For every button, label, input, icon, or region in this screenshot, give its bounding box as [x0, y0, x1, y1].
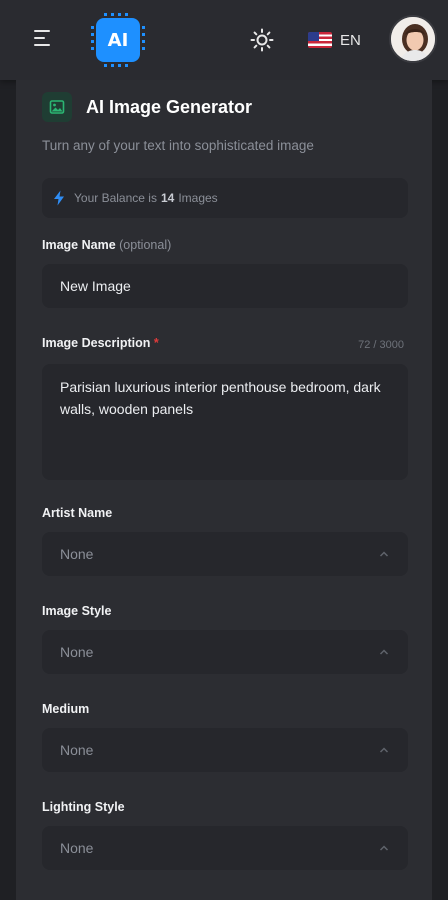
optional-tag: (optional)	[119, 238, 172, 252]
image-description-label-text: Image Description	[42, 336, 151, 350]
page-subtitle: Turn any of your text into sophisticated…	[42, 138, 314, 153]
balance-prefix: Your Balance is	[74, 191, 157, 205]
chevron-up-icon	[379, 649, 389, 655]
chevron-up-icon	[379, 845, 389, 851]
page-title: AI Image Generator	[86, 96, 253, 117]
image-style-label: Image Style	[42, 604, 112, 618]
logo-text: AI	[107, 29, 129, 51]
medium-select[interactable]: None	[42, 728, 408, 772]
image-description-label: Image Description *	[42, 336, 159, 350]
sun-icon[interactable]	[250, 28, 274, 52]
image-name-label-text: Image Name	[42, 238, 116, 252]
title-row: AI Image Generator	[42, 92, 252, 122]
language-label: EN	[340, 31, 361, 49]
artist-name-value: None	[60, 546, 94, 562]
app-logo[interactable]: AI	[91, 18, 145, 62]
image-description-value: Parisian luxurious interior penthouse be…	[60, 379, 381, 417]
balance-banner: Your Balance is 14 Images	[42, 178, 408, 218]
medium-label: Medium	[42, 702, 90, 716]
image-style-value: None	[60, 644, 94, 660]
menu-icon[interactable]	[34, 30, 56, 50]
artist-name-select[interactable]: None	[42, 532, 408, 576]
character-counter: 72 / 3000	[358, 339, 404, 351]
image-name-value: New Image	[60, 278, 131, 294]
artist-name-label: Artist Name	[42, 506, 113, 520]
chevron-up-icon	[379, 551, 389, 557]
image-icon	[42, 92, 72, 122]
language-selector[interactable]: EN	[308, 30, 361, 50]
image-name-label: Image Name (optional)	[42, 238, 171, 252]
lighting-style-select[interactable]: None	[42, 826, 408, 870]
image-name-field[interactable]: New Image	[42, 264, 408, 308]
top-bar: AI EN	[0, 0, 448, 80]
required-mark: *	[153, 336, 159, 350]
medium-value: None	[60, 742, 94, 758]
chevron-up-icon	[379, 747, 389, 753]
us-flag-icon	[308, 32, 332, 48]
balance-suffix: Images	[178, 191, 218, 205]
generator-card: AI Image Generator Turn any of your text…	[16, 80, 432, 900]
lighting-style-value: None	[60, 840, 94, 856]
image-style-select[interactable]: None	[42, 630, 408, 674]
balance-count: 14	[160, 191, 175, 205]
image-description-field[interactable]: Parisian luxurious interior penthouse be…	[42, 364, 408, 480]
lighting-style-label: Lighting Style	[42, 800, 125, 814]
lightning-icon	[54, 190, 64, 206]
avatar[interactable]	[389, 15, 437, 63]
